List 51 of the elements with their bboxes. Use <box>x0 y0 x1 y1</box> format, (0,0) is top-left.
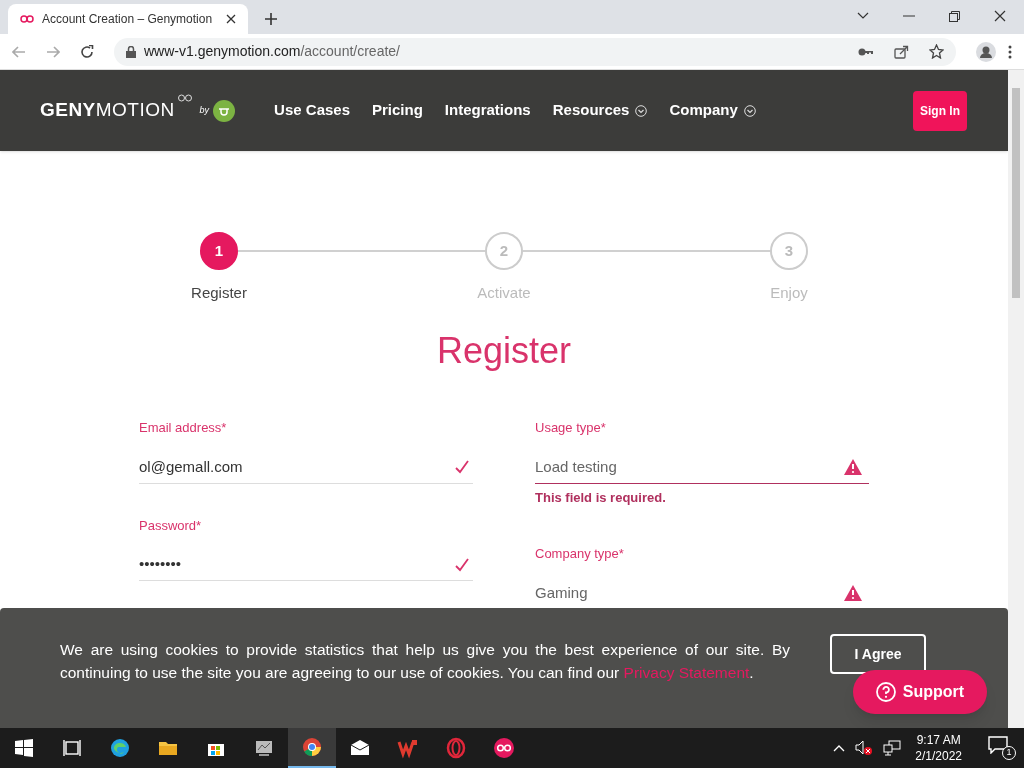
tab-favicon-icon <box>20 14 34 24</box>
support-button[interactable]: Support <box>853 670 987 714</box>
star-icon[interactable] <box>929 44 944 59</box>
nav-link[interactable]: Resources <box>552 99 648 122</box>
cookie-notice-text: We are using cookies to provide statistics that help us give you the best experience of our site. By continuing to use the site you are agreeing to our use of cookies. You can find our Privacy Statement. <box>60 640 790 683</box>
step-label: Activate <box>477 283 531 303</box>
input-field[interactable]: •••••••• <box>139 549 473 581</box>
sign-in-button[interactable]: Sign In <box>913 90 967 131</box>
help-icon <box>875 682 896 702</box>
field-label: Company type* <box>535 545 625 563</box>
nav-link[interactable]: Pricing <box>372 99 423 122</box>
chrome-browser-icon[interactable] <box>288 728 336 768</box>
circles-icon <box>177 94 192 102</box>
key-icon[interactable] <box>858 46 874 57</box>
reload-icon[interactable] <box>80 44 94 59</box>
genymotion-logo[interactable]: GENYMOTION <box>40 96 175 125</box>
step-label: Register <box>191 283 247 303</box>
profile-icon[interactable] <box>976 41 996 62</box>
by-text: by <box>199 103 210 117</box>
step-number: 3 <box>770 232 808 270</box>
chevron-down-icon[interactable] <box>857 12 869 20</box>
field-label: Usage type* <box>535 419 607 437</box>
nav-link[interactable]: Company <box>669 99 756 122</box>
lock-icon <box>126 45 136 58</box>
tab-title: Account Creation – Genymotion <box>42 11 214 28</box>
speaker-muted-icon[interactable] <box>855 740 874 756</box>
nav-link[interactable]: Integrations <box>444 99 531 122</box>
step-number: 2 <box>485 232 523 270</box>
partner-logo-icon <box>213 99 236 122</box>
menu-icon[interactable] <box>1008 44 1012 59</box>
chevron-up-icon[interactable] <box>833 744 846 752</box>
new-tab-icon[interactable] <box>264 12 278 26</box>
field-label: Email address* <box>139 419 228 437</box>
error-message: This field is required. <box>535 488 667 507</box>
field-label: Password* <box>139 516 203 535</box>
share-icon[interactable] <box>894 44 909 59</box>
nav-link[interactable]: Use Cases <box>274 99 350 122</box>
close-icon[interactable] <box>994 10 1006 22</box>
restore-icon[interactable] <box>949 10 960 22</box>
step-label: Enjoy <box>770 283 808 303</box>
scrollbar[interactable] <box>1008 70 1024 728</box>
page-heading: Register <box>435 329 573 373</box>
input-field[interactable]: Load testing <box>535 451 869 484</box>
network-icon[interactable] <box>883 740 902 756</box>
address-bar[interactable]: www-v1.genymotion.com/account/create/ <box>114 37 956 66</box>
clock[interactable]: 9:17 AM 2/1/2022 <box>911 732 966 764</box>
step-number: 1 <box>200 232 238 270</box>
close-icon[interactable] <box>226 14 236 24</box>
browser-tab[interactable]: Account Creation – Genymotion <box>8 4 248 34</box>
input-field[interactable]: ol@gemall.com <box>139 451 473 484</box>
url-text: www-v1.genymotion.com/account/create/ <box>144 42 400 61</box>
